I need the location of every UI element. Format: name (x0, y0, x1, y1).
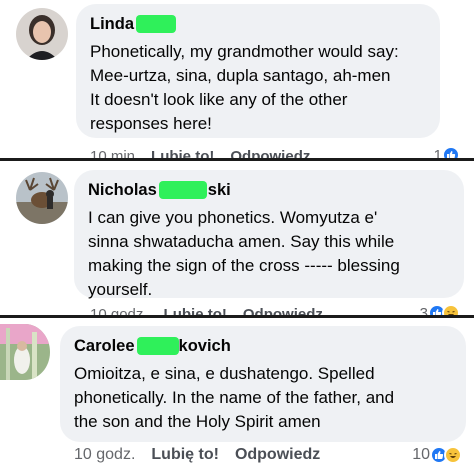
reaction-count: 10 (412, 446, 430, 463)
comment-line: Mee-urtza, sina, dupla santago, ah-men (90, 66, 391, 85)
reactions[interactable]: 10 (412, 446, 462, 464)
haha-icon (444, 446, 462, 464)
divider (0, 158, 474, 161)
avatar[interactable] (16, 172, 68, 224)
redaction-mark (136, 337, 179, 355)
comment-author[interactable]: Linda (90, 14, 426, 34)
comment-line: responses here! (90, 114, 212, 133)
avatar[interactable] (16, 8, 68, 60)
redaction-mark (158, 181, 207, 199)
comment-line: yourself. (88, 280, 153, 299)
divider (0, 315, 474, 318)
comment-line: Phonetically, my grandmother would say: (90, 42, 399, 61)
comment-author[interactable]: Nicholas ski (88, 180, 450, 200)
comment-line: I can give you phonetics. Womyutza e' (88, 208, 378, 227)
comment-line: It doesn't look like any of the other (90, 90, 348, 109)
comment-actions: 10 godz. Lubię to! Odpowiedz (74, 446, 336, 464)
comment-author[interactable]: Carolee kovich (74, 336, 452, 356)
comment-text: Phonetically, my grandmother would say: … (90, 40, 426, 136)
comment-text: Omioitza, e sina, e dushatengo. Spelled … (74, 362, 452, 434)
comment-text: I can give you phonetics. Womyutza e' si… (88, 206, 450, 302)
reply-button[interactable]: Odpowiedz (235, 446, 320, 464)
comment-line: phonetically. In the name of the father,… (74, 388, 395, 407)
timestamp[interactable]: 10 godz. (74, 446, 135, 464)
comment-line: sinna shwataducha amen. Say this while (88, 232, 395, 251)
comment-line: Omioitza, e sina, e dushatengo. Spelled (74, 364, 375, 383)
comment-line: the son and the Holy Spirit amen (74, 412, 321, 431)
comment-bubble: Nicholas ski I can give you phonetics. Wo… (74, 170, 464, 299)
comment-bubble: Linda Phonetically, my grandmother would… (76, 4, 440, 138)
avatar[interactable] (0, 324, 50, 380)
like-button[interactable]: Lubię to! (151, 446, 219, 464)
comment-1: Linda Phonetically, my grandmother would… (0, 0, 474, 160)
comment-bubble: Carolee kovich Omioitza, e sina, e dushat… (60, 326, 466, 442)
comment-line: making the sign of the cross ----- bless… (88, 256, 400, 275)
comment-2: Nicholas ski I can give you phonetics. Wo… (0, 160, 474, 318)
redaction-mark (136, 15, 176, 33)
comment-3: Carolee kovich Omioitza, e sina, e dushat… (0, 318, 474, 476)
